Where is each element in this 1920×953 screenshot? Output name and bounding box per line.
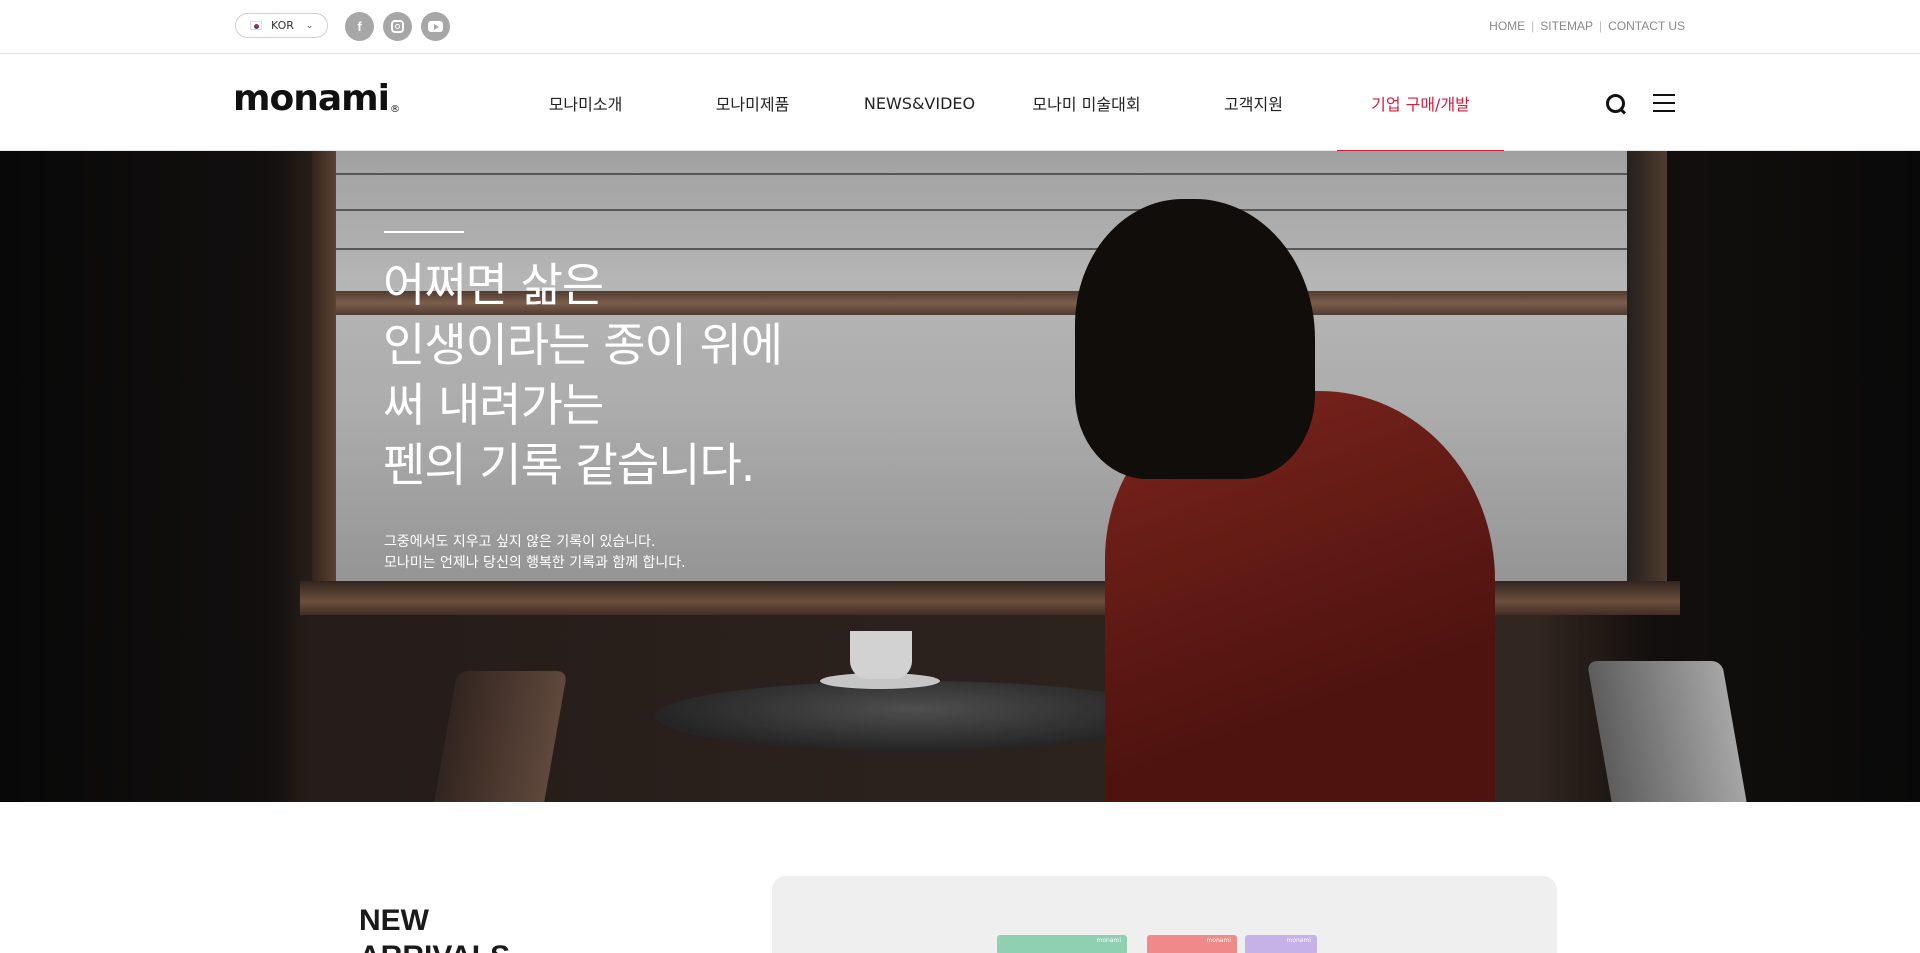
- nav-item-news-video[interactable]: NEWS&VIDEO: [836, 55, 1003, 151]
- nav-item-support[interactable]: 고객지원: [1170, 55, 1337, 151]
- product-tag: monami: [1096, 937, 1121, 944]
- divider: |: [1531, 19, 1535, 33]
- product-image[interactable]: monami: [1147, 935, 1237, 953]
- contact-us-link[interactable]: CONTACT US: [1608, 19, 1685, 33]
- new-arrivals-title: NEW ARRIVALS: [359, 903, 510, 953]
- product-tag: monami: [1206, 937, 1231, 944]
- product-image[interactable]: monami: [997, 935, 1127, 953]
- registered-mark: ®: [390, 104, 400, 115]
- language-selector[interactable]: KOR ⌄: [235, 13, 328, 38]
- search-icon[interactable]: [1605, 93, 1627, 115]
- main-header: monami® 모나미소개 모나미제품 NEWS&VIDEO 모나미 미술대회 …: [0, 55, 1920, 152]
- top-utility-bar: KOR ⌄ f HOME | SITEMAP | CONTACT US: [0, 0, 1920, 54]
- sitemap-link[interactable]: SITEMAP: [1540, 19, 1593, 33]
- home-link[interactable]: HOME: [1489, 19, 1525, 33]
- product-tag: monami: [1286, 937, 1311, 944]
- nav-item-art-contest[interactable]: 모나미 미술대회: [1003, 55, 1170, 151]
- hamburger-menu-icon[interactable]: [1653, 94, 1675, 112]
- korea-flag-icon: [250, 21, 262, 30]
- logo-text: monami: [233, 78, 390, 119]
- hero-subtitle-line: 모나미는 언제나 당신의 행복한 기록과 함께 합니다.: [384, 555, 686, 571]
- hero-subtitle-line: 그중에서도 지우고 싶지 않은 기록이 있습니다.: [384, 534, 656, 550]
- utility-links: HOME | SITEMAP | CONTACT US: [1489, 19, 1685, 33]
- youtube-icon[interactable]: [421, 12, 450, 41]
- chevron-down-icon: ⌄: [305, 20, 314, 31]
- hero-title-line: 펜의 기록 같습니다.: [383, 438, 755, 492]
- hero-title: 어쩌면 삶은 인생이라는 종이 위에 써 내려가는 펜의 기록 같습니다.: [383, 255, 783, 495]
- nav-item-products[interactable]: 모나미제품: [669, 55, 836, 151]
- arrivals-title-line: NEW: [359, 904, 429, 937]
- hero-title-line: 인생이라는 종이 위에: [383, 318, 783, 372]
- hero-subtitle: 그중에서도 지우고 싶지 않은 기록이 있습니다. 모나미는 언제나 당신의 행…: [384, 532, 686, 574]
- instagram-icon[interactable]: [383, 12, 412, 41]
- language-label: KOR: [271, 19, 294, 32]
- monami-logo[interactable]: monami®: [233, 78, 400, 119]
- hero-title-line: 어쩌면 삶은: [383, 258, 604, 312]
- nav-item-about[interactable]: 모나미소개: [502, 55, 669, 151]
- hero-banner: 어쩌면 삶은 인생이라는 종이 위에 써 내려가는 펜의 기록 같습니다. 그중…: [0, 151, 1920, 802]
- product-image[interactable]: monami: [1245, 935, 1317, 953]
- nav-item-corporate-purchase[interactable]: 기업 구매/개발: [1337, 55, 1504, 152]
- main-nav: 모나미소개 모나미제품 NEWS&VIDEO 모나미 미술대회 고객지원 기업 …: [502, 55, 1504, 152]
- divider: |: [1598, 19, 1603, 33]
- hero-divider: [384, 231, 464, 233]
- hero-title-line: 써 내려가는: [383, 378, 604, 432]
- facebook-icon[interactable]: f: [345, 12, 374, 41]
- arrivals-title-line: ARRIVALS: [359, 939, 510, 953]
